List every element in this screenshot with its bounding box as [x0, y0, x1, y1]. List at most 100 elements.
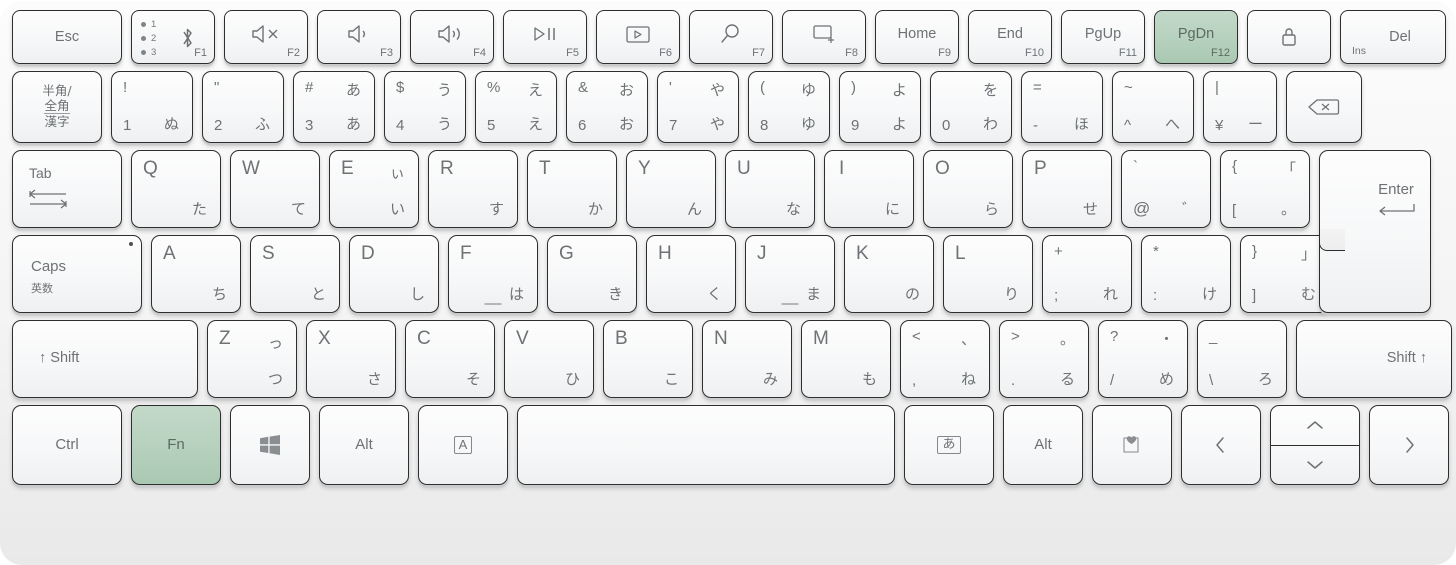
key-r[interactable]: R す — [428, 150, 518, 228]
key-yen-char: ¥ — [1215, 117, 1224, 134]
key-colon[interactable]: * : け — [1141, 235, 1231, 313]
f3-label: F3 — [380, 47, 393, 59]
key-j-letter: J — [757, 243, 767, 264]
key-s[interactable]: S と — [250, 235, 340, 313]
key-fn[interactable]: Fn — [131, 405, 221, 485]
key-d[interactable]: D し — [349, 235, 439, 313]
key-bracket-right-kana-top: 」 — [1300, 245, 1316, 263]
key-9[interactable]: ) よ 9 よ — [839, 71, 921, 143]
key-caps-lock[interactable]: Caps 英数 — [12, 235, 142, 313]
key-e[interactable]: E ぃ い — [329, 150, 419, 228]
key-volume-up-f4[interactable]: F4 — [410, 10, 494, 64]
key-6[interactable]: & お 6 お — [566, 71, 648, 143]
key-5-kana-small: え — [527, 81, 543, 99]
key-z[interactable]: Z っ つ — [207, 320, 297, 398]
key-media-f6[interactable]: F6 — [596, 10, 680, 64]
key-arrow-left[interactable] — [1181, 405, 1261, 485]
key-favorites[interactable] — [1092, 405, 1172, 485]
key-b[interactable]: B こ — [603, 320, 693, 398]
key-delete[interactable]: Del Ins — [1340, 10, 1446, 64]
key-j[interactable]: J ま — [745, 235, 835, 313]
key-search-f7[interactable]: F7 — [689, 10, 773, 64]
key-caret-symbol: ~ — [1124, 79, 1133, 96]
key-comma[interactable]: < 、 , ね — [900, 320, 990, 398]
key-end-f10[interactable]: End F10 — [968, 10, 1052, 64]
key-volume-down-f3[interactable]: F3 — [317, 10, 401, 64]
key-at-kana: ゛ — [1181, 200, 1197, 218]
key-4[interactable]: $ う 4 う — [384, 71, 466, 143]
key-muhenkan[interactable]: A — [418, 405, 508, 485]
key-mute-f2[interactable]: F2 — [224, 10, 308, 64]
key-0[interactable]: を 0 わ — [930, 71, 1012, 143]
z-key-row: ↑ Shift Z っ つ X さ C そ V ひ B こ N み M も < … — [12, 320, 1452, 398]
key-q[interactable]: Q た — [131, 150, 221, 228]
key-w[interactable]: W て — [230, 150, 320, 228]
bluetooth-led-group: 1 2 3 — [141, 19, 156, 61]
key-l[interactable]: L り — [943, 235, 1033, 313]
key-period[interactable]: > 。 . る — [999, 320, 1089, 398]
key-slash[interactable]: ? ・ / め — [1098, 320, 1188, 398]
key-space[interactable] — [517, 405, 895, 485]
muhenkan-label-wrap: A — [419, 406, 507, 484]
key-henkan[interactable]: あ — [904, 405, 994, 485]
key-bracket-left[interactable]: { 「 [ 。 — [1220, 150, 1310, 228]
key-n-letter: N — [714, 328, 728, 349]
key-g[interactable]: G き — [547, 235, 637, 313]
key-semicolon[interactable]: + ; れ — [1042, 235, 1132, 313]
key-home-f9[interactable]: Home F9 — [875, 10, 959, 64]
key-arrow-updown[interactable] — [1270, 405, 1360, 485]
key-1[interactable]: ! 1 ぬ — [111, 71, 193, 143]
key-pgdn-f12[interactable]: PgDn F12 — [1154, 10, 1238, 64]
key-f[interactable]: F は — [448, 235, 538, 313]
key-7[interactable]: ' や 7 や — [657, 71, 739, 143]
key-bluetooth-f1[interactable]: 1 2 3 F1 — [131, 10, 215, 64]
key-enter[interactable]: Enter — [1318, 150, 1431, 313]
key-h[interactable]: H く — [646, 235, 736, 313]
chevron-up-icon[interactable] — [1271, 406, 1359, 445]
key-h-kana: く — [706, 285, 722, 303]
key-hankaku-zenkaku[interactable]: 半角/ 全角 漢字 — [12, 71, 102, 143]
key-right-shift[interactable]: Shift ↑ — [1296, 320, 1452, 398]
key-tab[interactable]: Tab — [12, 150, 122, 228]
key-3[interactable]: # あ 3 あ — [293, 71, 375, 143]
key-v[interactable]: V ひ — [504, 320, 594, 398]
key-8-digit: 8 — [760, 117, 769, 134]
key-u[interactable]: U な — [725, 150, 815, 228]
key-8[interactable]: ( ゆ 8 ゆ — [748, 71, 830, 143]
key-ctrl[interactable]: Ctrl — [12, 405, 122, 485]
key-left-alt[interactable]: Alt — [319, 405, 409, 485]
key-k[interactable]: K の — [844, 235, 934, 313]
key-c[interactable]: C そ — [405, 320, 495, 398]
key-left-shift[interactable]: ↑ Shift — [12, 320, 198, 398]
key-pgup-f11[interactable]: PgUp F11 — [1061, 10, 1145, 64]
key-at[interactable]: ` @ ゛ — [1121, 150, 1211, 228]
key-esc[interactable]: Esc — [12, 10, 122, 64]
key-new-window-f8[interactable]: F8 — [782, 10, 866, 64]
led-3-label: 3 — [151, 47, 157, 58]
key-q-letter: Q — [143, 158, 158, 179]
key-m[interactable]: M も — [801, 320, 891, 398]
key-arrow-right[interactable] — [1369, 405, 1449, 485]
key-lock[interactable] — [1247, 10, 1331, 64]
key-yen[interactable]: | ¥ ー — [1203, 71, 1277, 143]
key-backspace[interactable] — [1286, 71, 1362, 143]
key-5[interactable]: % え 5 え — [475, 71, 557, 143]
key-play-pause-f5[interactable]: F5 — [503, 10, 587, 64]
key-bracket-right[interactable]: } 」 ] む — [1240, 235, 1330, 313]
key-caret[interactable]: ~ ^ へ — [1112, 71, 1194, 143]
key-backslash[interactable]: _ \ ろ — [1197, 320, 1287, 398]
key-t[interactable]: T か — [527, 150, 617, 228]
key-w-kana: て — [290, 200, 306, 218]
key-o[interactable]: O ら — [923, 150, 1013, 228]
key-p[interactable]: P せ — [1022, 150, 1112, 228]
key-n[interactable]: N み — [702, 320, 792, 398]
chevron-down-icon[interactable] — [1271, 445, 1359, 484]
key-2[interactable]: " 2 ふ — [202, 71, 284, 143]
key-minus[interactable]: = - ほ — [1021, 71, 1103, 143]
key-y[interactable]: Y ん — [626, 150, 716, 228]
key-right-alt[interactable]: Alt — [1003, 405, 1083, 485]
key-a[interactable]: A ち — [151, 235, 241, 313]
key-x[interactable]: X さ — [306, 320, 396, 398]
key-windows[interactable] — [230, 405, 310, 485]
key-i[interactable]: I に — [824, 150, 914, 228]
